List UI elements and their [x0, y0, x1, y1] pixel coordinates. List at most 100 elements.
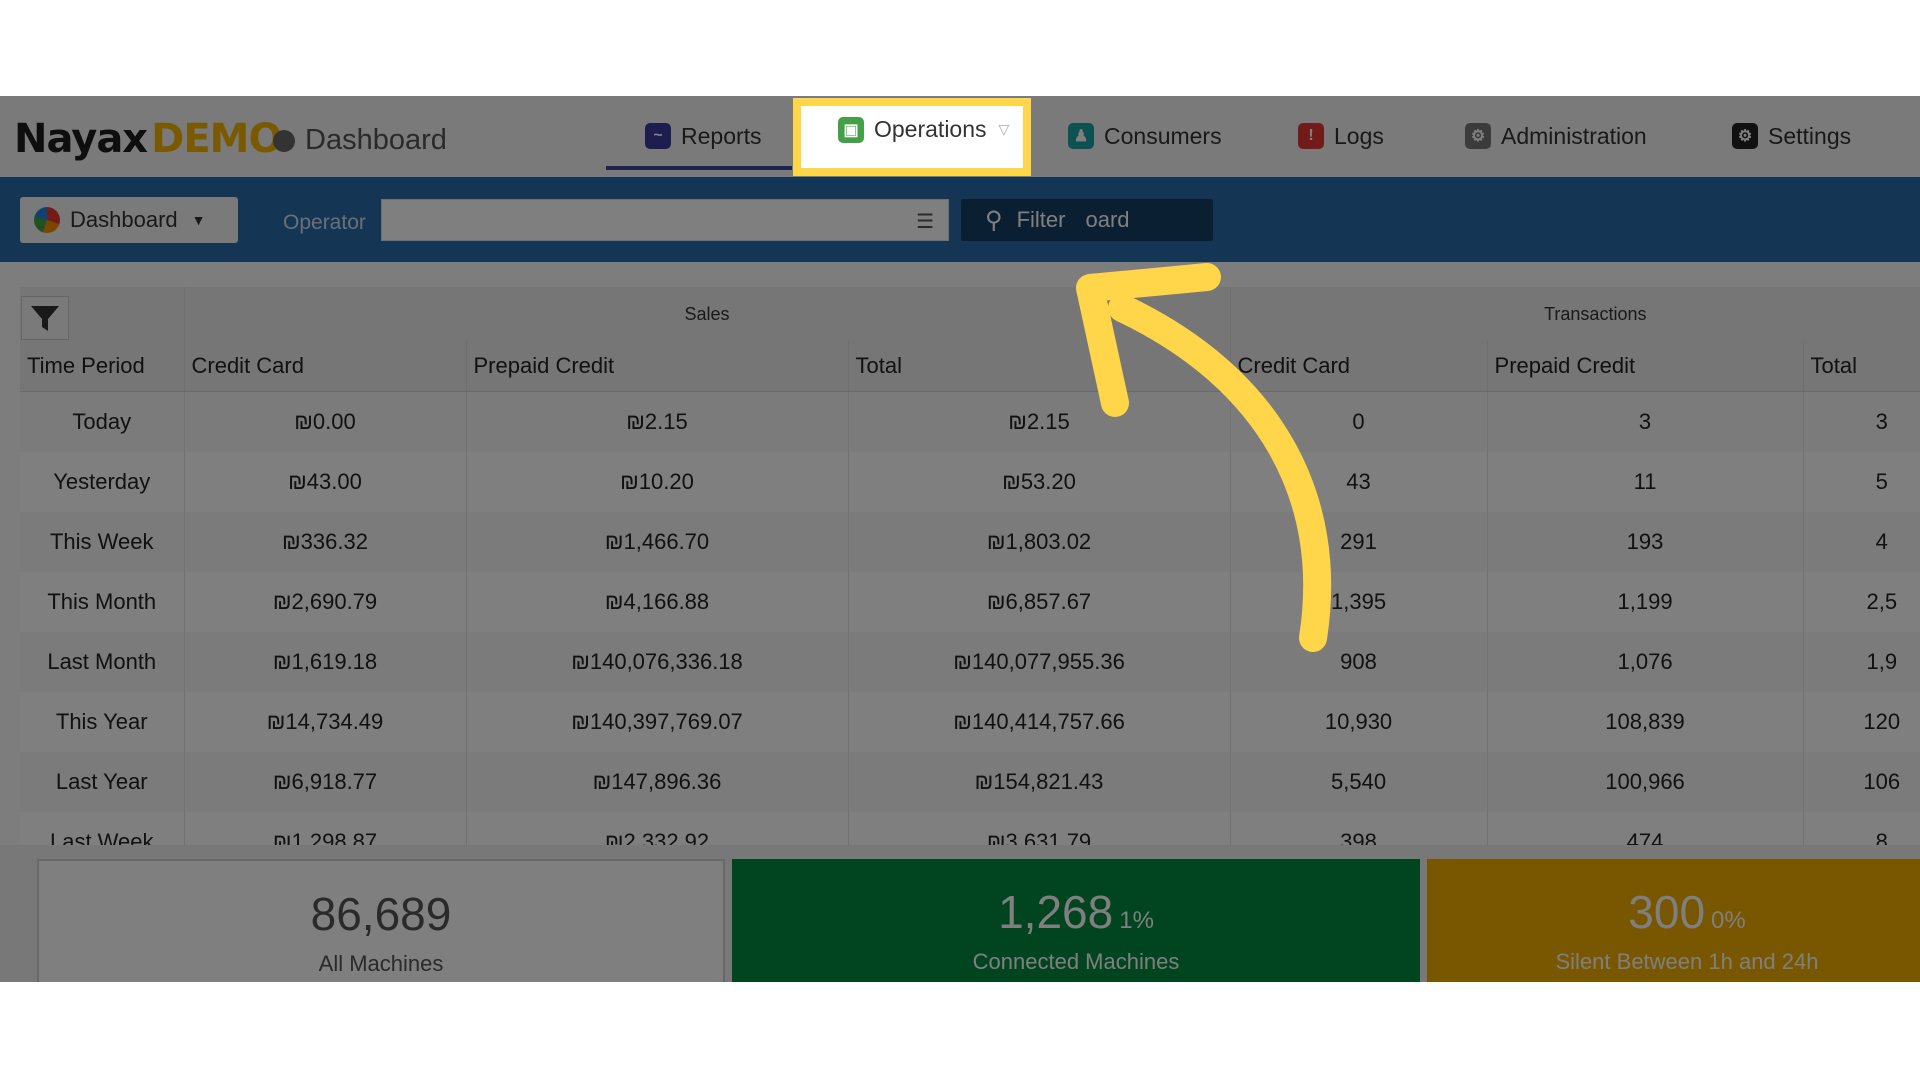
table-cell: 5,540 [1229, 752, 1488, 812]
table-cell: 4 [1802, 512, 1920, 572]
table-cell: 3 [1802, 391, 1920, 452]
operations-icon: ▣ [838, 116, 864, 143]
reports-icon: ~ [645, 123, 671, 149]
consumers-icon: ♟ [1068, 123, 1094, 149]
table-cell: ₪0.00 [183, 391, 466, 452]
table-cell: ₪43.00 [183, 452, 466, 512]
col-time-period[interactable]: Time Period [20, 341, 184, 392]
nav-administration-label: Administration [1501, 122, 1647, 149]
col-sales-credit-card[interactable]: Credit Card [183, 341, 466, 392]
machine-stats: 86,689 All Machines 1,268 1% Connected Ma… [0, 845, 1920, 982]
search-icon: ⚲ [985, 206, 1003, 234]
chevron-down-icon: ▼ [191, 212, 206, 228]
table-cell: ₪140,414,757.66 [847, 692, 1231, 752]
list-icon[interactable]: ☰ [916, 209, 934, 234]
all-machines-label: All Machines [318, 951, 444, 976]
table-cell: Last Year [20, 752, 184, 812]
dashboard-dot-icon [273, 129, 295, 152]
table-row: This Year ₪14,734.49 ₪140,397,769.07 ₪14… [20, 692, 1920, 752]
silent-machines-label: Silent Between 1h and 24h [1555, 949, 1819, 974]
col-sales-prepaid-credit[interactable]: Prepaid Credit [465, 341, 848, 392]
screenshot: Nayax DEMO Dashboard ~ Reports ♟ Consumer… [0, 96, 1920, 982]
logs-icon: ! [1298, 123, 1324, 149]
filter-button-label: Filter [1016, 207, 1066, 232]
table-cell: 5 [1802, 452, 1920, 512]
all-machines-count: 86,689 [310, 888, 452, 940]
nav-settings[interactable]: ⚙ Settings [1732, 116, 1851, 156]
dashboard-dropdown[interactable]: Dashboard ▼ [20, 197, 238, 243]
silent-machines-count: 300 [1628, 886, 1706, 938]
table-cell: 1,9 [1802, 632, 1920, 692]
sales-transactions-table: Sales Transactions Time Period Credit Ca… [20, 287, 1920, 872]
table-cell: 3 [1486, 391, 1804, 452]
active-tab-underline [606, 166, 792, 170]
table-cell: 10,930 [1229, 692, 1488, 752]
nav-administration[interactable]: ⚙ Administration [1465, 116, 1647, 156]
table-cell: Today [20, 391, 184, 452]
table-row: Last Year ₪6,918.77 ₪147,896.36 ₪154,821… [20, 752, 1920, 812]
silent-machines-percent: 0% [1711, 907, 1746, 934]
table-cell: Last Month [20, 632, 184, 692]
nav-logs-label: Logs [1334, 122, 1384, 149]
table-cell: ₪336.32 [183, 512, 466, 572]
col-tx-total[interactable]: Total [1802, 341, 1920, 392]
nayax-logo[interactable]: Nayax DEMO [14, 116, 282, 162]
nav-reports[interactable]: ~ Reports [645, 116, 762, 156]
table-cell: 1,076 [1486, 632, 1804, 692]
logo-brand: Nayax [14, 116, 148, 162]
table-cell: This Month [20, 572, 184, 632]
table-cell: ₪4,166.88 [465, 572, 848, 632]
settings-gear-icon: ⚙ [1732, 123, 1758, 149]
table-cell: ₪14,734.49 [183, 692, 466, 752]
page-title: Dashboard [273, 124, 447, 157]
funnel-icon[interactable] [21, 296, 69, 340]
table-cell: Yesterday [20, 452, 184, 512]
operator-label: Operator [283, 211, 366, 234]
operations-highlight-box[interactable]: ▣ Operations ▽ [793, 98, 1031, 176]
filter-button-label-tail: oard [1085, 207, 1130, 232]
table-cell: ₪154,821.43 [847, 752, 1231, 812]
filter-toggle-cell [20, 287, 184, 341]
filter-bar: Dashboard ▼ Operator ☰ ⚲ Filter oard [0, 177, 1920, 262]
table-cell: 106 [1802, 752, 1920, 812]
table-row: This Month ₪2,690.79 ₪4,166.88 ₪6,857.67… [20, 572, 1920, 632]
nav-consumers[interactable]: ♟ Consumers [1068, 116, 1222, 156]
table-cell: ₪2,690.79 [183, 572, 466, 632]
table-cell: ₪1,619.18 [183, 632, 466, 692]
table-cell: 100,966 [1486, 752, 1804, 812]
table-cell: This Week [20, 512, 184, 572]
connected-machines-count: 1,268 [998, 886, 1114, 938]
table-cell: This Year [20, 692, 184, 752]
operator-input[interactable]: ☰ [381, 199, 949, 241]
table-cell: 108,839 [1486, 692, 1804, 752]
nav-consumers-label: Consumers [1104, 122, 1222, 149]
nav-logs[interactable]: ! Logs [1298, 116, 1384, 156]
table-cell: ₪140,397,769.07 [465, 692, 848, 752]
table-cell: ₪1,466.70 [465, 512, 848, 572]
table-cell: 2,5 [1802, 572, 1920, 632]
table-cell: 120 [1802, 692, 1920, 752]
nav-settings-label: Settings [1768, 122, 1852, 149]
chevron-down-icon: ▽ [998, 121, 1010, 137]
logo-demo: DEMO [151, 116, 282, 162]
nav-operations[interactable]: ▣ Operations ▽ [838, 116, 1009, 143]
connected-machines-label: Connected Machines [972, 949, 1180, 974]
silent-machines-card[interactable]: 300 0% Silent Between 1h and 24h [1427, 859, 1920, 982]
table-cell: 11 [1486, 452, 1804, 512]
table-cell: ₪6,918.77 [183, 752, 466, 812]
all-machines-card[interactable]: 86,689 All Machines [37, 859, 725, 982]
col-tx-prepaid-credit[interactable]: Prepaid Credit [1486, 341, 1804, 392]
tutorial-arrow-icon [1076, 263, 1332, 652]
filter-dashboard-button[interactable]: ⚲ Filter oard [961, 199, 1213, 241]
table-cell: ₪140,076,336.18 [465, 632, 848, 692]
table-cell: ₪147,896.36 [465, 752, 848, 812]
connected-machines-card[interactable]: 1,268 1% Connected Machines [732, 859, 1420, 982]
administration-icon: ⚙ [1465, 123, 1491, 149]
table-row: Last Month ₪1,619.18 ₪140,076,336.18 ₪14… [20, 632, 1920, 692]
table-row: Yesterday ₪43.00 ₪10.20 ₪53.20 43 11 5 [20, 452, 1920, 512]
table-cell: ₪10.20 [465, 452, 848, 512]
nav-operations-label: Operations [874, 116, 987, 142]
page-title-label: Dashboard [305, 124, 447, 156]
pie-chart-icon [34, 207, 60, 233]
table-row: This Week ₪336.32 ₪1,466.70 ₪1,803.02 29… [20, 512, 1920, 572]
